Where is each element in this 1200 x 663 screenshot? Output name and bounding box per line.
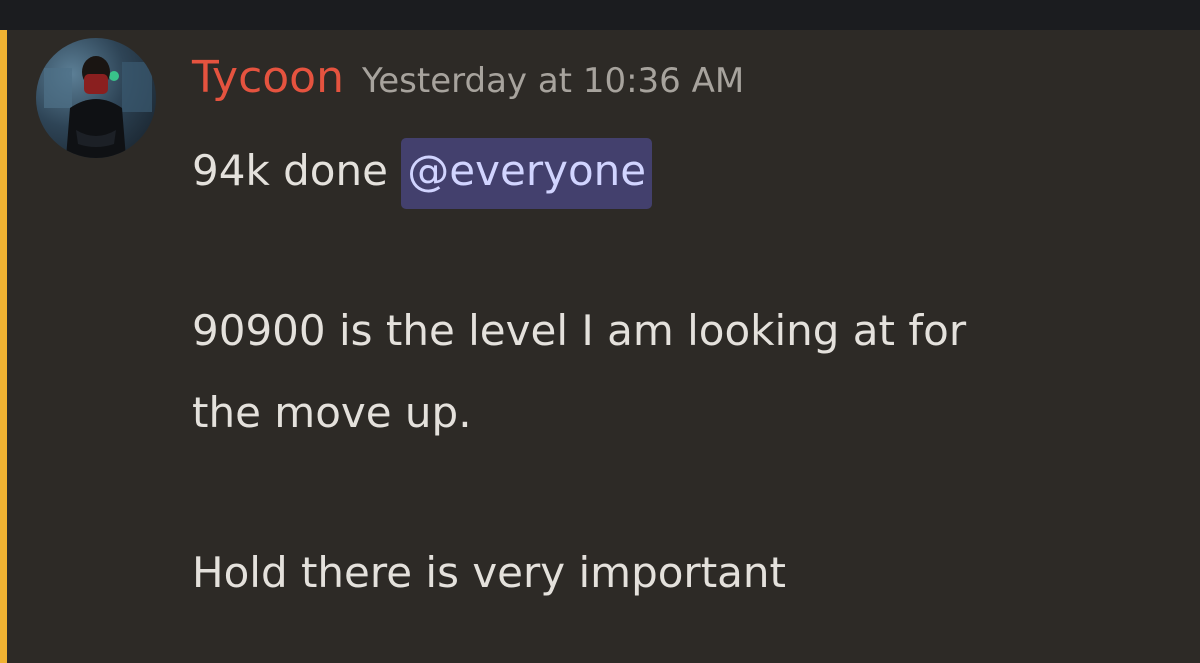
mention-highlight-bar — [0, 30, 7, 663]
author-username[interactable]: Tycoon — [192, 52, 344, 103]
message-text: 94k done — [192, 146, 402, 195]
everyone-mention[interactable]: @everyone — [401, 138, 653, 209]
window-top-bar — [0, 0, 1200, 30]
message-line-2: 90900 is the level I am looking at for — [192, 306, 967, 355]
message-line-1: 94k done @everyone — [192, 130, 1172, 212]
message-content: 94k done @everyone 90900 is the level I … — [192, 130, 1172, 614]
user-avatar[interactable] — [36, 38, 156, 158]
message-line-3: the move up. — [192, 388, 472, 437]
message-header: Tycoon Yesterday at 10:36 AM — [192, 52, 744, 112]
message-timestamp[interactable]: Yesterday at 10:36 AM — [362, 61, 744, 101]
chat-message[interactable]: Tycoon Yesterday at 10:36 AM 94k done @ev… — [0, 30, 1200, 663]
message-line-4: Hold there is very important — [192, 548, 786, 597]
person-avatar-icon — [44, 56, 152, 158]
